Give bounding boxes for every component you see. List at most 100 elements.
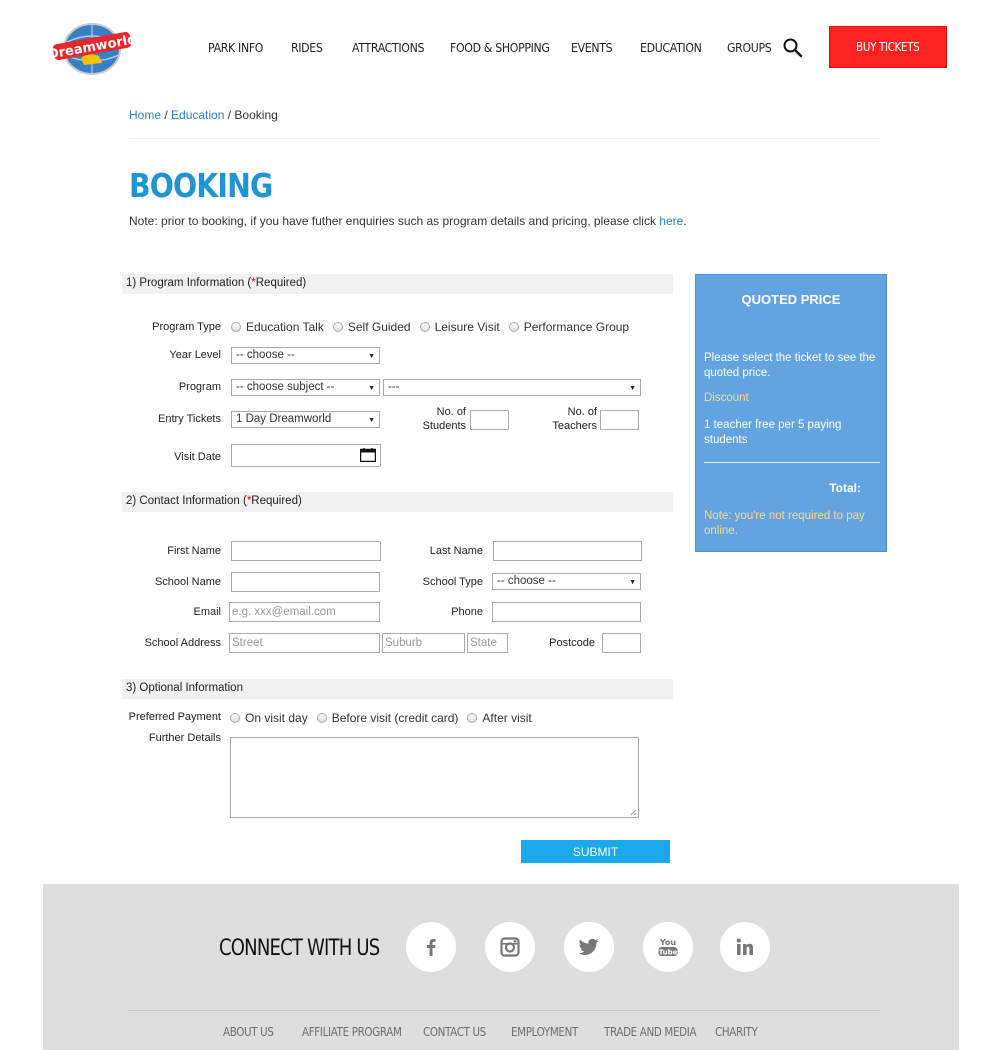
page-title: BOOKING — [129, 166, 273, 205]
school-name-label: School Name — [154, 576, 221, 588]
breadcrumb: Home / Education / Booking — [129, 108, 278, 122]
instagram-icon[interactable] — [485, 922, 535, 972]
nav-education[interactable]: EDUCATION — [640, 40, 702, 55]
postcode-field[interactable] — [602, 633, 641, 653]
street-field[interactable]: Street — [229, 633, 380, 653]
email-label: Email — [193, 606, 221, 618]
section-program-information: 1) Program Information (*Required) — [122, 274, 673, 294]
nav-attractions[interactable]: ATTRACTIONS — [352, 40, 424, 55]
year-level-label: Year Level — [169, 349, 221, 361]
students-label: No. of Students — [422, 406, 466, 432]
divider — [704, 462, 880, 463]
buy-tickets-button[interactable]: BUY TICKETS — [829, 26, 947, 68]
visit-date-label: Visit Date — [174, 451, 221, 463]
quoted-price-panel: QUOTED PRICE Please select the ticket to… — [695, 274, 887, 552]
linkedin-icon[interactable] — [720, 922, 770, 972]
program-type-performance-group[interactable]: Performance Group — [508, 320, 629, 334]
discount-label: Discount — [704, 392, 749, 404]
radio-icon[interactable] — [316, 713, 327, 723]
divider — [128, 1010, 880, 1011]
radio-icon[interactable] — [467, 713, 478, 723]
submit-button[interactable]: SUBMIT — [521, 840, 670, 863]
suburb-field[interactable]: Suburb — [382, 633, 465, 653]
school-type-label: School Type — [422, 576, 483, 588]
footer-link-employment[interactable]: EMPLOYMENT — [511, 1025, 578, 1039]
nav-rides[interactable]: RIDES — [291, 40, 323, 55]
further-details-label: Further Details — [148, 732, 221, 744]
visit-date-input[interactable] — [231, 444, 381, 467]
phone-field[interactable] — [492, 602, 641, 622]
radio-icon[interactable] — [332, 322, 343, 332]
payment-group: On visit day Before visit (credit card) … — [230, 711, 541, 725]
svg-text:You: You — [659, 938, 677, 947]
program-type-label: Program Type — [152, 321, 221, 333]
divider — [129, 138, 881, 139]
payment-note: Note: you're not required to pay online. — [704, 510, 865, 537]
calendar-icon[interactable] — [360, 448, 376, 462]
nav-food-shopping[interactable]: FOOD & SHOPPING — [450, 40, 550, 55]
quoted-price-title: QUOTED PRICE — [741, 292, 841, 307]
program-label: Program — [178, 381, 221, 393]
dreamworld-logo[interactable]: Dreamworld — [47, 22, 138, 76]
footer-link-contact-us[interactable]: CONTACT US — [423, 1025, 486, 1039]
radio-icon[interactable] — [508, 322, 519, 332]
program-type-education-talk[interactable]: Education Talk — [231, 320, 324, 334]
facebook-icon[interactable] — [406, 922, 456, 972]
nav-events[interactable]: EVENTS — [571, 40, 613, 55]
discount-text: 1 teacher free per 5 paying students — [704, 419, 842, 446]
students-input[interactable] — [470, 410, 509, 430]
radio-icon[interactable] — [231, 322, 241, 332]
booking-note: Note: prior to booking, if you have futh… — [129, 214, 687, 228]
breadcrumb-home[interactable]: Home — [129, 108, 161, 122]
school-address-label: School Address — [144, 637, 221, 649]
program-type-self-guided[interactable]: Self Guided — [332, 320, 411, 334]
year-level-select[interactable]: -- choose -- ▼ — [231, 347, 380, 364]
enquiries-link[interactable]: here — [659, 214, 683, 228]
svg-text:Tube: Tube — [659, 948, 678, 956]
footer-link-charity[interactable]: CHARITY — [715, 1025, 758, 1039]
school-type-select[interactable]: -- choose -- ▼ — [492, 573, 641, 590]
payment-before-visit[interactable]: Before visit (credit card) — [316, 711, 458, 725]
resize-handle-icon[interactable] — [630, 809, 637, 816]
connect-heading: CONNECT WITH US — [219, 936, 380, 961]
program-select[interactable]: --- ▼ — [383, 379, 641, 396]
dropdown-arrow-icon: ▼ — [368, 385, 375, 392]
footer-link-trade-media[interactable]: TRADE AND MEDIA — [604, 1025, 697, 1039]
preferred-payment-label: Preferred Payment — [128, 711, 221, 723]
nav-groups[interactable]: GROUPS — [727, 40, 772, 55]
section-contact-information: 2) Contact Information (*Required) — [122, 492, 673, 512]
dropdown-arrow-icon: ▼ — [629, 579, 636, 586]
school-name-field[interactable] — [231, 572, 380, 592]
phone-label: Phone — [451, 606, 483, 618]
total-label: Total: — [829, 481, 861, 495]
email-field[interactable]: e.g. xxx@email.com — [229, 602, 380, 622]
teachers-input[interactable] — [600, 410, 639, 430]
last-name-field[interactable] — [493, 541, 642, 561]
site-header: Dreamworld PARK INFO RIDES ATTRACTIONS F… — [0, 0, 1000, 95]
program-subject-select[interactable]: -- choose subject -- ▼ — [231, 379, 380, 396]
dropdown-arrow-icon: ▼ — [368, 417, 375, 424]
state-field[interactable]: State — [467, 633, 508, 653]
further-details-textarea[interactable] — [230, 737, 639, 818]
last-name-label: Last Name — [429, 545, 483, 557]
dropdown-arrow-icon: ▼ — [368, 353, 375, 360]
entry-tickets-select[interactable]: 1 Day Dreamworld ▼ — [231, 411, 380, 428]
postcode-label: Postcode — [549, 637, 595, 649]
payment-on-visit-day[interactable]: On visit day — [230, 711, 308, 725]
radio-icon[interactable] — [230, 713, 240, 723]
first-name-field[interactable] — [231, 541, 381, 561]
entry-tickets-label: Entry Tickets — [158, 413, 221, 425]
payment-after-visit[interactable]: After visit — [467, 711, 532, 725]
teachers-label: No. of Teachers — [552, 406, 597, 432]
footer-link-affiliate-program[interactable]: AFFILIATE PROGRAM — [302, 1025, 402, 1039]
program-type-leisure-visit[interactable]: Leisure Visit — [419, 320, 500, 334]
youtube-icon[interactable]: You Tube — [643, 922, 693, 972]
search-icon[interactable] — [782, 37, 804, 59]
twitter-icon[interactable] — [564, 922, 614, 972]
nav-park-info[interactable]: PARK INFO — [208, 40, 263, 55]
radio-icon[interactable] — [419, 322, 430, 332]
footer-link-about-us[interactable]: ABOUT US — [223, 1025, 274, 1039]
first-name-label: First Name — [167, 545, 221, 557]
breadcrumb-education[interactable]: Education — [171, 108, 224, 122]
site-footer: CONNECT WITH US You Tube ABOUT US AFFILI… — [43, 884, 959, 1050]
